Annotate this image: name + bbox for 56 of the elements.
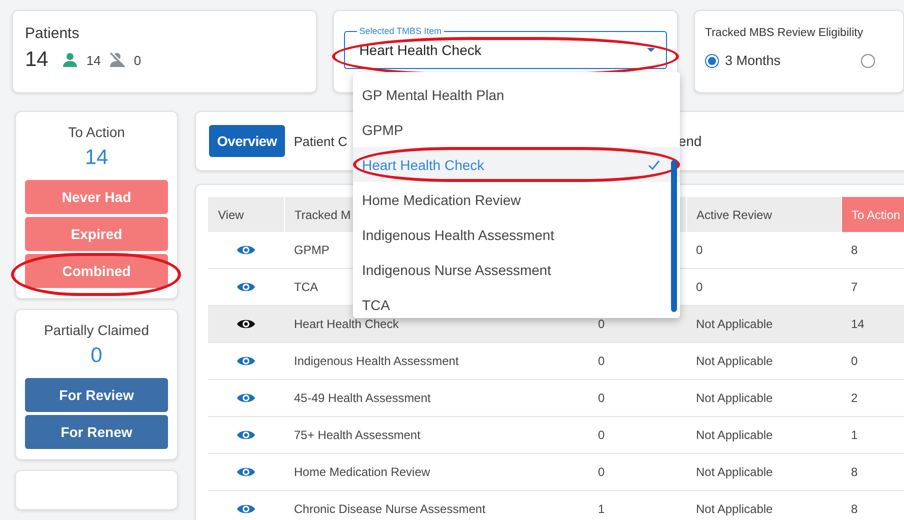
- table-cell: Not Applicable: [686, 416, 841, 454]
- table-cell: Not Applicable: [686, 342, 841, 380]
- table-cell: Not Applicable: [686, 490, 841, 520]
- filter-button[interactable]: For Review: [25, 378, 168, 412]
- check-icon: [648, 160, 660, 170]
- field-label: Selected TMBS Item: [357, 25, 444, 37]
- table-cell: 75+ Health Assessment: [284, 416, 588, 454]
- table-cell: 1: [588, 490, 686, 520]
- table-cell: Chronic Disease Nurse Assessment: [284, 490, 588, 520]
- menu-option[interactable]: GPMP: [353, 112, 680, 147]
- table-cell: 0: [841, 342, 904, 380]
- tab[interactable]: Overview: [209, 125, 285, 157]
- table-cell: 0: [588, 342, 686, 380]
- table-cell: 45-49 Health Assessment: [284, 380, 588, 416]
- table-cell: 8: [841, 454, 904, 490]
- patient-count: 14: [25, 48, 48, 72]
- person-off-icon: [108, 52, 126, 68]
- filter-button[interactable]: For Renew: [25, 415, 168, 449]
- eye-icon[interactable]: [236, 317, 256, 331]
- table-cell: 0: [588, 454, 686, 490]
- table-cell: 0: [588, 416, 686, 454]
- table-cell: Not Applicable: [686, 454, 841, 490]
- radio-button[interactable]: [705, 54, 719, 68]
- caret-icon: [646, 47, 656, 53]
- column-header: To Action: [841, 197, 904, 232]
- table-cell: 8: [841, 232, 904, 268]
- table-cell: Not Applicable: [686, 306, 841, 342]
- card-title: To Action: [68, 124, 125, 140]
- table-cell: 2: [841, 380, 904, 416]
- tab[interactable]: Patient C: [286, 125, 356, 157]
- stat-count: 14: [84, 146, 108, 170]
- table-cell: 0: [588, 380, 686, 416]
- option-label: GP Mental Health Plan: [362, 86, 504, 102]
- card-title: Partially Claimed: [44, 322, 150, 338]
- option-label: GPMP: [362, 122, 404, 138]
- column-header: View: [208, 197, 284, 232]
- person-icon: [62, 52, 78, 68]
- table-cell: Home Medication Review: [284, 454, 588, 490]
- option-label: Heart Health Check: [362, 156, 484, 172]
- card-title: Tracked MBS Review Eligibility: [705, 27, 864, 39]
- stat-count: 0: [90, 344, 102, 368]
- table-cell: 0: [686, 232, 841, 268]
- table-cell: 8: [841, 490, 904, 520]
- radio-button[interactable]: [860, 54, 875, 68]
- table-cell: 14: [841, 306, 904, 342]
- radio-label: 3 Months: [725, 53, 781, 68]
- field-value: Heart Health Check: [359, 42, 482, 58]
- menu-option[interactable]: GP Mental Health Plan: [353, 77, 680, 112]
- inactive-count: 0: [134, 52, 142, 68]
- active-count: 14: [86, 52, 101, 68]
- card-title: Patients: [25, 25, 80, 42]
- scrollbar[interactable]: [671, 160, 677, 312]
- table-cell: Not Applicable: [686, 380, 841, 416]
- column-header: Active Review: [686, 197, 841, 232]
- table-cell: 1: [841, 416, 904, 454]
- table-cell: Indigenous Health Assessment: [284, 342, 588, 380]
